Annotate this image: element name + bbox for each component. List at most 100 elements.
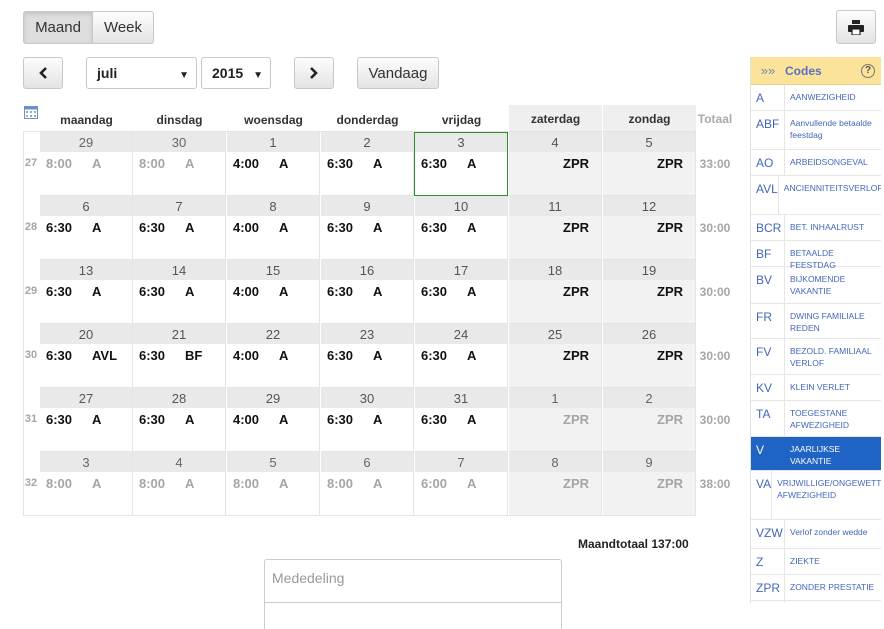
day-cell[interactable]: 8 4:00 A [227, 196, 320, 260]
day-code: A [92, 156, 102, 171]
code-item-z[interactable]: Z ZIEKTE [751, 549, 881, 575]
day-number: 5 [603, 132, 695, 152]
month-view-button[interactable]: Maand [23, 11, 93, 44]
day-code: A [373, 284, 383, 299]
code-item-ta[interactable]: TA TOEGESTANE AFWEZIGHEID [751, 401, 881, 437]
day-cell[interactable]: 13 6:30 A [40, 260, 133, 324]
day-cell[interactable]: 19 ZPR [603, 260, 696, 324]
day-number: 16 [321, 260, 413, 280]
code-item-zv[interactable]: ZVBEVALLINGSVERLOF [751, 601, 881, 603]
day-number: 4 [133, 452, 225, 472]
double-chevron-right-icon[interactable]: »» [751, 63, 785, 78]
day-cell[interactable]: 10 6:30 A [415, 196, 508, 260]
day-cell[interactable]: 31 6:30 A [415, 388, 508, 452]
day-cell[interactable]: 21 6:30 BF [133, 324, 226, 388]
day-cell[interactable]: 5 8:00 A [227, 452, 320, 516]
day-cell[interactable]: 1 4:00 A [227, 132, 320, 196]
day-cell[interactable]: 2 6:30 A [321, 132, 414, 196]
day-cell[interactable]: 7 6:00 A [415, 452, 508, 516]
day-cell[interactable]: 16 6:30 A [321, 260, 414, 324]
day-code: A [373, 412, 383, 427]
day-cell[interactable]: 8 ZPR [509, 452, 602, 516]
weekday-header-donderdag: donderdag [336, 113, 399, 127]
day-cell[interactable]: 1 ZPR [509, 388, 602, 452]
day-cell[interactable]: 6 6:30 A [40, 196, 133, 260]
day-code: A [279, 284, 289, 299]
code-item-bcr[interactable]: BCR BET. INHAALRUST [751, 215, 881, 241]
code-description: ANCIENNITEITSVERLOF [783, 183, 881, 193]
message-box[interactable]: Mededeling [264, 559, 562, 629]
print-button[interactable] [836, 10, 876, 44]
day-cell[interactable]: 25 ZPR [509, 324, 602, 388]
day-cell[interactable]: 29 4:00 A [227, 388, 320, 452]
help-icon[interactable]: ? [861, 63, 875, 78]
code-item-va[interactable]: VAVRIJWILLIGE/ONGEWETTIGDE AFWEZIGHEID [751, 471, 881, 520]
previous-month-button[interactable] [23, 57, 63, 89]
day-cell[interactable]: 20 6:30 AVL [40, 324, 133, 388]
week-total: 30:00 [699, 349, 731, 363]
calendar-icon[interactable] [24, 106, 38, 119]
next-month-button[interactable] [294, 57, 334, 89]
today-button[interactable]: Vandaag [357, 57, 439, 89]
day-hours: 8:00 [46, 476, 73, 491]
day-cell[interactable]: 6 8:00 A [321, 452, 414, 516]
day-number: 3 [40, 452, 132, 472]
week-view-button[interactable]: Week [92, 11, 154, 44]
day-cell[interactable]: 9 6:30 A [321, 196, 414, 260]
year-select-value: 2015 [212, 65, 244, 81]
code-item-zpr[interactable]: ZPR ZONDER PRESTATIE [751, 575, 881, 601]
day-cell[interactable]: 18 ZPR [509, 260, 602, 324]
day-cell[interactable]: 24 6:30 A [415, 324, 508, 388]
day-hours: 6:30 [327, 156, 354, 171]
code-item-vzw[interactable]: VZW Verlof zonder wedde [751, 520, 881, 549]
day-cell[interactable]: 11 ZPR [509, 196, 602, 260]
day-cell[interactable]: 15 4:00 A [227, 260, 320, 324]
day-number: 9 [603, 452, 695, 472]
day-cell[interactable]: 14 6:30 A [133, 260, 226, 324]
day-cell[interactable]: 7 6:30 A [133, 196, 226, 260]
day-cell[interactable]: 5 ZPR [603, 132, 696, 196]
total-column-header: Totaal [697, 112, 733, 126]
codes-header: »» Codes ? [751, 57, 881, 85]
day-cell[interactable]: 23 6:30 A [321, 324, 414, 388]
weekday-header-zaterdag: zaterdag [509, 105, 602, 131]
day-cell[interactable]: 12 ZPR [603, 196, 696, 260]
week-number: 31 [24, 413, 38, 425]
code-item-kv[interactable]: KV KLEIN VERLET [751, 375, 881, 401]
day-cell[interactable]: 27 6:30 A [40, 388, 133, 452]
code-item-abf[interactable]: ABF Aanvullende betaalde feestdag [751, 111, 881, 150]
day-cell[interactable]: 29 8:00 A [40, 132, 133, 196]
month-select[interactable]: juli ▼ [86, 57, 197, 89]
code-item-bf[interactable]: BF BETAALDE FEESTDAG [751, 241, 881, 270]
code-item-fr[interactable]: FR DWING FAMILIALE REDEN [751, 304, 881, 339]
code-abbrev: AVL [751, 176, 779, 214]
code-item-v[interactable]: V JAARLIJKSE VAKANTIE [751, 437, 881, 471]
year-select[interactable]: 2015 ▼ [201, 57, 271, 89]
day-number: 14 [133, 260, 225, 280]
day-cell[interactable]: 4 8:00 A [133, 452, 226, 516]
day-cell[interactable]: 22 4:00 A [227, 324, 320, 388]
day-cell[interactable]: 9 ZPR [603, 452, 696, 516]
day-hours: 6:30 [327, 348, 354, 363]
day-hours: 8:00 [139, 156, 166, 171]
code-abbrev: AO [751, 150, 785, 175]
day-cell[interactable]: 30 8:00 A [133, 132, 226, 196]
code-item-a[interactable]: A AANWEZIGHEID [751, 85, 881, 111]
code-item-avl[interactable]: AVL ANCIENNITEITSVERLOF [751, 176, 881, 215]
code-abbrev: KV [751, 375, 785, 400]
caret-down-icon: ▼ [253, 70, 263, 81]
day-cell[interactable]: 30 6:30 A [321, 388, 414, 452]
code-item-ao[interactable]: AO ARBEIDSONGEVAL [751, 150, 881, 176]
code-item-fv[interactable]: FV BEZOLD. FAMILIAAL VERLOF [751, 339, 881, 375]
day-cell[interactable]: 17 6:30 A [415, 260, 508, 324]
code-abbrev: BV [751, 267, 785, 303]
day-cell[interactable]: 4 ZPR [509, 132, 602, 196]
day-cell[interactable]: 26 ZPR [603, 324, 696, 388]
message-placeholder: Mededeling [272, 570, 345, 586]
code-item-bv[interactable]: BV BIJKOMENDE VAKANTIE [751, 267, 881, 304]
day-cell[interactable]: 2 ZPR [603, 388, 696, 452]
day-cell[interactable]: 3 8:00 A [40, 452, 133, 516]
weekday-header-vrijdag: vrijdag [441, 113, 482, 127]
day-hours: 8:00 [139, 476, 166, 491]
day-cell[interactable]: 28 6:30 A [133, 388, 226, 452]
